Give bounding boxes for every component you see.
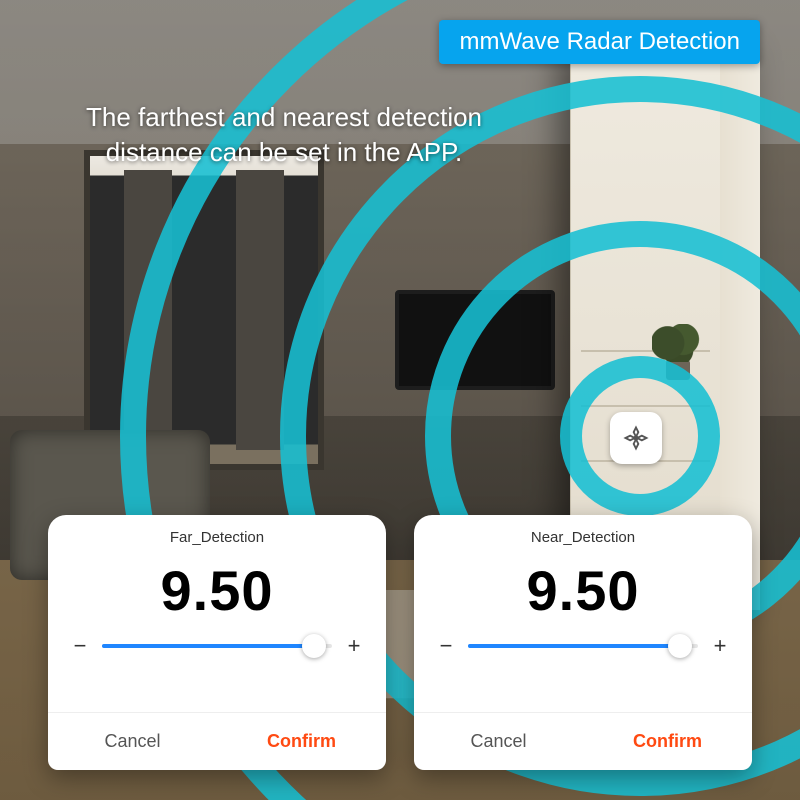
plus-button[interactable]: +: [710, 633, 730, 659]
promo-image: mmWave Radar Detection The farthest and …: [0, 0, 800, 800]
slider-row: − +: [414, 633, 752, 667]
slider-thumb[interactable]: [668, 634, 692, 658]
sensor-icon: [622, 424, 650, 452]
card-title: Far_Detection: [48, 515, 386, 552]
slider-thumb[interactable]: [302, 634, 326, 658]
cancel-button[interactable]: Cancel: [48, 713, 217, 770]
confirm-button[interactable]: Confirm: [217, 713, 386, 770]
card-actions: Cancel Confirm: [414, 712, 752, 770]
minus-button[interactable]: −: [70, 633, 90, 659]
slider-fill: [468, 644, 680, 648]
slider-row: − +: [48, 633, 386, 667]
card-value: 9.50: [414, 552, 752, 633]
settings-cards: Far_Detection 9.50 − + Cancel Confirm Ne…: [48, 515, 752, 770]
card-value: 9.50: [48, 552, 386, 633]
title-badge: mmWave Radar Detection: [439, 20, 760, 64]
card-title: Near_Detection: [414, 515, 752, 552]
confirm-button[interactable]: Confirm: [583, 713, 752, 770]
card-far-detection: Far_Detection 9.50 − + Cancel Confirm: [48, 515, 386, 770]
card-near-detection: Near_Detection 9.50 − + Cancel Confirm: [414, 515, 752, 770]
card-actions: Cancel Confirm: [48, 712, 386, 770]
minus-button[interactable]: −: [436, 633, 456, 659]
sensor-device: [610, 412, 662, 464]
cancel-button[interactable]: Cancel: [414, 713, 583, 770]
caption-text: The farthest and nearest detection dista…: [48, 100, 520, 170]
plus-button[interactable]: +: [344, 633, 364, 659]
slider-fill: [102, 644, 314, 648]
slider-track[interactable]: [468, 634, 698, 658]
slider-track[interactable]: [102, 634, 332, 658]
